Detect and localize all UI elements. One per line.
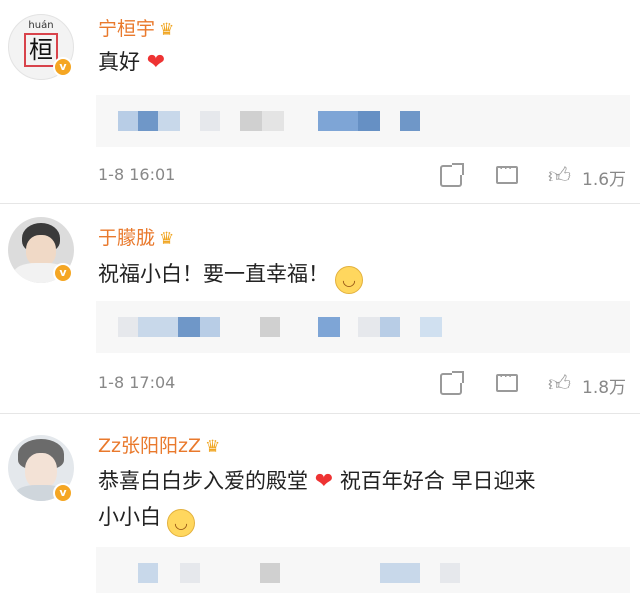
comment-text-content: 小小白 — [98, 505, 161, 529]
username-label: 于朦胧 — [98, 227, 156, 249]
grin-emoji: ◡ — [167, 509, 195, 537]
avatar-face — [25, 453, 57, 489]
comment-text: 祝福小白！要一直幸福！ ◡ — [98, 256, 363, 294]
username-label: 宁桓宇 — [98, 18, 156, 40]
comment-text-content: 真好 — [98, 50, 140, 74]
heart-emoji: ❤ — [314, 469, 334, 494]
username[interactable]: 于朦胧 ♛ — [98, 223, 174, 250]
share-icon[interactable] — [440, 371, 464, 395]
crown-icon: ♛ — [159, 229, 175, 249]
blurred-text — [420, 317, 442, 337]
blurred-text — [318, 111, 358, 131]
blurred-text — [158, 111, 180, 131]
blurred-text — [400, 111, 420, 131]
blurred-text — [260, 563, 280, 583]
verified-badge-icon: v — [53, 483, 73, 503]
blurred-text — [380, 317, 400, 337]
heart-emoji: ❤ — [146, 50, 166, 75]
comment-text: 恭喜白白步入爱的殿堂 ❤ 祝百年好合 早日迎来 — [98, 463, 536, 500]
blurred-text — [118, 317, 138, 337]
blurred-text — [180, 563, 200, 583]
like-count: 1.6万 — [582, 170, 627, 190]
username[interactable]: Zz张阳阳zZ ♛ — [98, 431, 220, 458]
comment-text-content: 恭喜白白步入爱的殿堂 — [98, 469, 308, 493]
blurred-text — [200, 317, 220, 337]
avatar-pinyin: huán — [28, 20, 54, 31]
blurred-text — [240, 111, 262, 131]
blurred-text — [380, 563, 420, 583]
share-icon[interactable] — [440, 163, 464, 187]
timestamp: 1-8 16:01 — [98, 165, 176, 184]
reply-preview[interactable] — [96, 301, 630, 353]
blurred-text — [138, 563, 158, 583]
comment-item: v 于朦胧♛ 祝福小白！要一直幸福！◡ 1-8 17:04 👍︎ 1.8万 — [0, 203, 640, 413]
comment-icon[interactable] — [496, 161, 518, 184]
blurred-text — [118, 111, 138, 131]
comment-icon[interactable] — [496, 369, 518, 392]
blurred-text — [138, 111, 158, 131]
like-icon[interactable]: 👍︎ — [548, 370, 571, 397]
comment-item: v Zz张阳阳zZ ♛ 恭喜白白步入爱的殿堂 ❤ 祝百年好合 早日迎来 小小白 ◡ — [0, 413, 640, 593]
comment-item: huán 桓 v 宁桓宇♛ 真好 ❤ 1-8 16:01 👍︎ 1.6万 — [0, 0, 640, 203]
comment-text: 小小白 ◡ — [98, 499, 195, 537]
blurred-text — [260, 317, 280, 337]
blurred-text — [358, 111, 380, 131]
blurred-text — [262, 111, 284, 131]
verified-badge-icon: v — [53, 263, 73, 283]
timestamp: 1-8 17:04 — [98, 373, 176, 392]
blurred-text — [178, 317, 200, 337]
comment-meta: 1-8 16:01 👍︎ 1.6万 — [98, 161, 640, 190]
username[interactable]: 宁桓宇 ♛ — [98, 14, 174, 41]
crown-icon: ♛ — [204, 437, 221, 457]
blurred-text — [138, 317, 178, 337]
blurred-text — [358, 317, 380, 337]
verified-badge-icon: v — [53, 57, 73, 77]
reply-preview[interactable] — [96, 95, 630, 147]
blurred-text — [440, 563, 460, 583]
comment-text-content: 祝百年好合 早日迎来 — [339, 469, 536, 493]
comment-text-content: 祝福小白！要一直幸福！ — [98, 262, 329, 286]
comment-text: 真好 ❤ — [98, 44, 165, 81]
username-label: Zz张阳阳zZ — [98, 435, 201, 457]
comment-meta: 1-8 17:04 👍︎ 1.8万 — [98, 369, 640, 398]
blurred-text — [200, 111, 220, 131]
like-count: 1.8万 — [582, 378, 627, 398]
smile-emoji: ◡ — [335, 266, 363, 294]
like-icon[interactable]: 👍︎ — [548, 162, 571, 189]
crown-icon: ♛ — [159, 20, 175, 40]
blurred-text — [318, 317, 340, 337]
reply-preview[interactable] — [96, 547, 630, 593]
